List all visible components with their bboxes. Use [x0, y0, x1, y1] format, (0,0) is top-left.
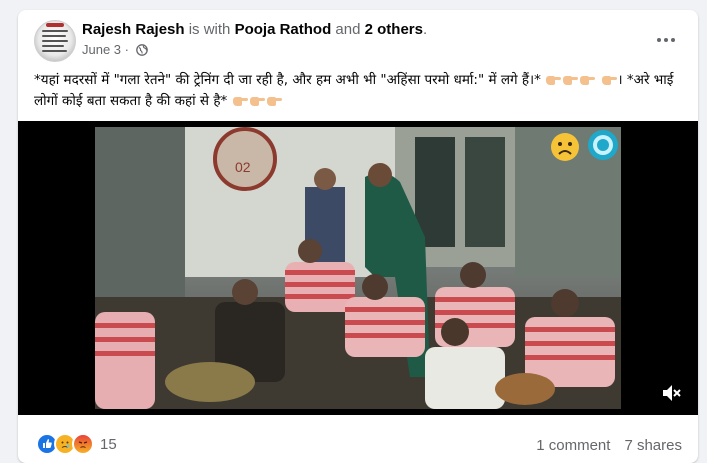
post-meta: Rajesh Rajesh is with Pooja Rathod and 2… [82, 20, 427, 61]
globe-icon [135, 43, 148, 61]
author-name[interactable]: Rajesh Rajesh [82, 21, 185, 38]
period-text: . [422, 21, 428, 38]
comments-link[interactable]: 1 comment [536, 437, 610, 454]
date-separator: · [124, 42, 130, 57]
pointing-right-icon [266, 95, 282, 106]
and-text: and [335, 21, 361, 38]
pointing-right-icon [580, 74, 596, 85]
post-date-line: June 3 · [82, 41, 427, 61]
pointing-right-icon [601, 74, 617, 85]
with-text: is with [188, 21, 231, 38]
tagged-others-link[interactable]: 2 others [365, 21, 423, 38]
more-options-icon[interactable] [650, 28, 682, 52]
pointing-right-icon [563, 74, 579, 85]
reaction-count[interactable]: 15 [100, 436, 117, 453]
pointing-right-icon [546, 74, 562, 85]
video-frame[interactable]: 02 [95, 127, 621, 409]
volume-muted-icon[interactable] [660, 382, 682, 404]
post-author-line: Rajesh Rajesh is with Pooja Rathod and 2… [82, 20, 427, 40]
author-avatar[interactable] [34, 20, 76, 62]
post-text-line1: *यहां मदरसों में "गला रेतने" की ट्रेनिंग… [34, 72, 541, 88]
post-header: Rajesh Rajesh is with Pooja Rathod and 2… [34, 20, 682, 64]
post-text: *यहां मदरसों में "गला रेतने" की ट्रेनिंग… [34, 70, 684, 112]
angry-icon [72, 433, 94, 455]
pointing-right-icon [249, 95, 265, 106]
pointing-right-icon [232, 95, 248, 106]
spiky-circle-icon [588, 130, 618, 160]
sad-face-icon [551, 133, 579, 161]
tagged-user[interactable]: Pooja Rathod [235, 21, 332, 38]
video-scene-icon: 02 [95, 127, 621, 409]
post-footer: 15 1 comment 7 shares [18, 415, 698, 463]
post-stats: 1 comment 7 shares [536, 437, 682, 454]
shares-link[interactable]: 7 shares [624, 437, 682, 454]
svg-text:02: 02 [235, 159, 251, 175]
video-player[interactable]: 02 [18, 121, 698, 415]
reactions-summary[interactable]: 15 [36, 433, 117, 455]
post-card: Rajesh Rajesh is with Pooja Rathod and 2… [18, 10, 698, 463]
post-date[interactable]: June 3 [82, 42, 121, 57]
